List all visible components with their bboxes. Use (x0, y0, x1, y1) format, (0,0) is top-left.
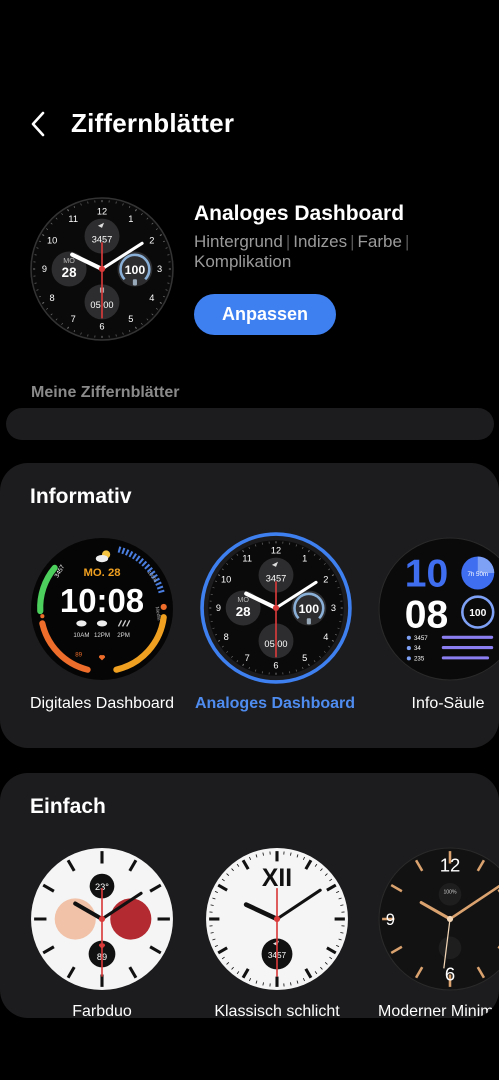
my-faces-list[interactable] (6, 408, 494, 440)
svg-text:MO: MO (237, 596, 249, 604)
chevron-left-icon (31, 111, 45, 137)
option-indices: Indizes (293, 232, 348, 251)
dial-number: 9 (42, 264, 47, 274)
face-label-farbduo: Farbduo (72, 1003, 132, 1018)
dial-number: 2 (149, 235, 154, 245)
section-einfach: Einfach 23° 89 Farbduo XII 3457 (0, 773, 499, 1018)
dial-number: 5 (302, 653, 307, 663)
svg-text:28: 28 (236, 604, 251, 619)
svg-text:MO. 28: MO. 28 (83, 567, 120, 579)
svg-text:9: 9 (386, 911, 395, 929)
svg-text:89: 89 (75, 651, 82, 658)
svg-text:100: 100 (299, 602, 320, 616)
svg-text:100: 100 (469, 608, 486, 619)
back-button[interactable] (26, 108, 54, 142)
dial-number: 3 (331, 603, 336, 613)
dial-number: 6 (99, 322, 104, 332)
customize-button[interactable]: Anpassen (194, 294, 336, 335)
page-title: Ziffernblätter (71, 108, 235, 138)
dial-number: 4 (149, 293, 154, 303)
dial-number: 10 (221, 574, 231, 584)
watch-face-analoges-dashboard[interactable]: 121234567891011 3457 MO 28 100 05:00 (200, 532, 352, 684)
svg-text:XII: XII (262, 865, 292, 892)
dial-number: 7 (71, 314, 76, 324)
dial-number: 5 (128, 314, 133, 324)
dial-number: 11 (68, 214, 78, 224)
dial-number: 1 (302, 553, 307, 563)
svg-text:7h 50m: 7h 50m (467, 571, 488, 578)
svg-text:100%: 100% (443, 889, 457, 895)
svg-text:34: 34 (414, 645, 421, 652)
dial-number: 12 (97, 206, 107, 216)
option-background: Hintergrund (194, 232, 283, 251)
dial-number: 3 (157, 264, 162, 274)
section-title-einfach: Einfach (30, 795, 106, 818)
analog-dashboard-face: 121234567891011 3457 MO 28 100 05:00 (30, 197, 174, 341)
svg-text:3457: 3457 (414, 635, 428, 642)
section-informativ: Informativ 3457 MO. 28 10:08 10AM 12PM 2… (0, 463, 499, 748)
face-label-klassisch-schlicht: Klassisch schlicht (214, 1003, 340, 1018)
svg-text:235: 235 (414, 655, 425, 662)
face-label-info-saeule: Info-Säule (411, 695, 485, 712)
watch-face-klassisch-schlicht[interactable]: XII 3457 (205, 847, 349, 991)
dial-number: 7 (245, 653, 250, 663)
svg-text:10:08: 10:08 (60, 582, 144, 619)
dial-number: 8 (224, 632, 229, 642)
watch-face-info-saeule[interactable]: 10 08 7h 50m 100 3457 34 235 (378, 537, 499, 681)
svg-text:12PM: 12PM (94, 632, 110, 639)
dial-number: 8 (50, 293, 55, 303)
svg-text:6: 6 (445, 964, 455, 985)
svg-text:08: 08 (405, 594, 448, 637)
dial-number: 6 (273, 661, 278, 671)
dial-number: 10 (47, 235, 57, 245)
svg-text:10: 10 (405, 552, 448, 595)
option-color: Farbe (357, 232, 402, 251)
current-face-name: Analoges Dashboard (194, 202, 405, 225)
face-label-analoges-dashboard: Analoges Dashboard (194, 695, 356, 712)
svg-text:10AM: 10AM (73, 632, 89, 639)
current-watch-face-preview[interactable]: 121234567891011 3457 MO 28 100 05:00 (30, 197, 174, 341)
watch-face-digitales-dashboard[interactable]: 3457 MO. 28 10:08 10AM 12PM 2PM 89 100% … (30, 537, 174, 681)
face-label-moderner-minimal: Moderner Minim (378, 1003, 494, 1018)
my-faces-label: Meine Ziffernblätter (31, 384, 180, 401)
dial-number: 2 (323, 574, 328, 584)
dial-number: 11 (242, 553, 252, 563)
svg-text:100: 100 (125, 263, 146, 277)
dial-number: 4 (323, 632, 328, 642)
customize-options: Hintergrund | Indizes | Farbe | Komplikation (194, 232, 410, 271)
svg-text:2PM: 2PM (117, 632, 130, 639)
face-label-digitales-dashboard: Digitales Dashboard (29, 695, 175, 712)
dial-number: 9 (216, 603, 221, 613)
watch-face-moderner-minimal[interactable]: 12 9 6 100% (378, 847, 499, 991)
svg-text:12: 12 (440, 855, 461, 876)
watch-face-farbduo[interactable]: 23° 89 (30, 847, 174, 991)
dial-number: 1 (128, 214, 133, 224)
svg-text:28: 28 (62, 265, 77, 280)
dial-number: 12 (271, 546, 281, 556)
section-title-informativ: Informativ (30, 485, 132, 508)
option-complication: Komplikation (194, 252, 292, 271)
